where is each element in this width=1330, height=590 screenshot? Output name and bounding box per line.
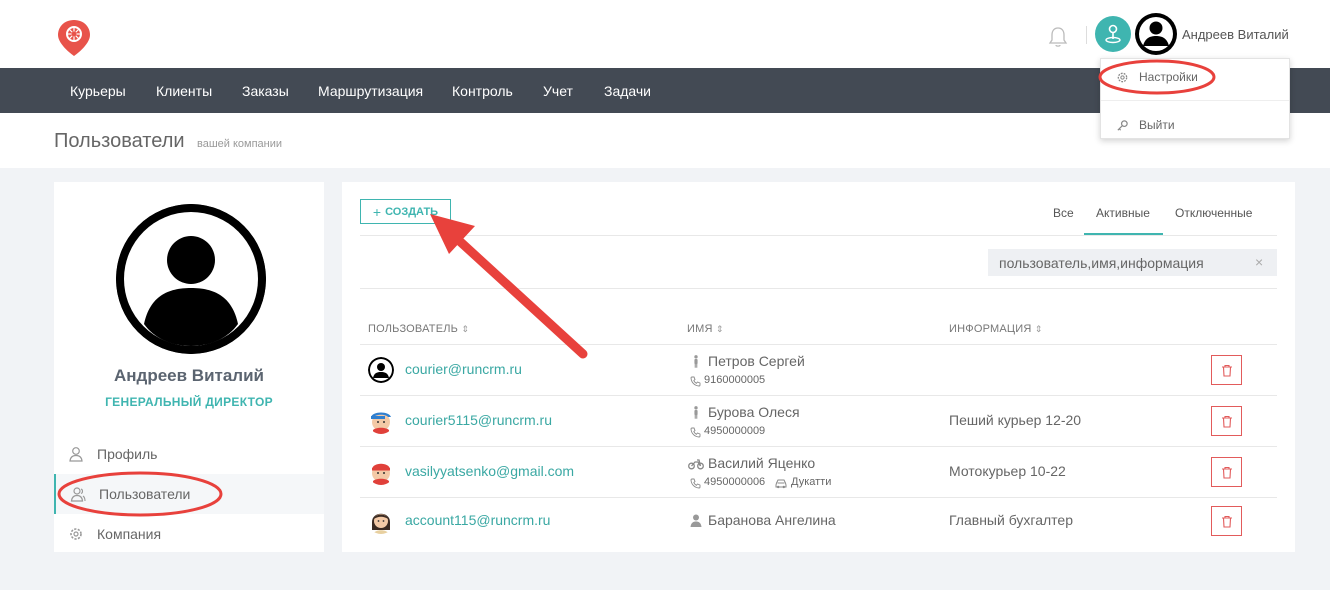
users-panel: + СОЗДАТЬ Все Активные Отключенные × ПОЛ… xyxy=(342,182,1295,552)
nav-item-accounting[interactable]: Учет xyxy=(543,83,573,99)
user-avatar xyxy=(368,408,394,434)
user-email-link[interactable]: courier5115@runcrm.ru xyxy=(405,412,552,428)
profile-avatar xyxy=(116,204,266,354)
walker-icon xyxy=(694,406,698,419)
column-header-user[interactable]: ПОЛЬЗОВАТЕЛЬ ⇕ xyxy=(368,323,469,335)
dropdown-divider xyxy=(1101,100,1289,101)
user-info: Главный бухгалтер xyxy=(949,512,1073,528)
delete-user-button[interactable] xyxy=(1211,355,1242,385)
divider xyxy=(360,235,1277,236)
header-user-name[interactable]: Андреев Виталий xyxy=(1182,27,1289,42)
nav-item-orders[interactable]: Заказы xyxy=(242,83,289,99)
plus-icon: + xyxy=(372,203,382,220)
table-row[interactable]: vasilyyatsenko@gmail.com Василий Яценко … xyxy=(360,446,1277,497)
user-avatar xyxy=(368,508,394,534)
table-row[interactable]: courier@runcrm.ru Петров Сергей 91600000… xyxy=(360,344,1277,395)
map-pin-icon xyxy=(1105,24,1121,44)
default-avatar-icon xyxy=(116,204,266,354)
header-divider xyxy=(1086,26,1087,44)
user-vehicle: Дукатти xyxy=(791,476,832,488)
gear-icon xyxy=(1117,72,1128,83)
users-icon xyxy=(70,487,86,502)
user-full-name: Бурова Олеся xyxy=(708,404,800,420)
profile-card: Андреев Виталий ГЕНЕРАЛЬНЫЙ ДИРЕКТОР Про… xyxy=(54,182,324,552)
walker-icon xyxy=(694,355,698,368)
tab-active[interactable]: Активные xyxy=(1096,206,1150,220)
user-email-link[interactable]: courier@runcrm.ru xyxy=(405,361,522,377)
user-info: Пеший курьер 12-20 xyxy=(949,412,1082,428)
woman-avatar-icon xyxy=(372,513,390,534)
trash-icon xyxy=(1221,515,1232,528)
user-info: Мотокурьер 10-22 xyxy=(949,463,1066,479)
key-icon xyxy=(1117,120,1128,131)
create-user-button[interactable]: + СОЗДАТЬ xyxy=(360,199,451,224)
user-icon xyxy=(69,447,83,462)
user-email-link[interactable]: vasilyyatsenko@gmail.com xyxy=(405,463,574,479)
nav-item-couriers[interactable]: Курьеры xyxy=(70,83,126,99)
location-button[interactable] xyxy=(1095,16,1131,52)
side-menu-label: Пользователи xyxy=(99,486,191,502)
person-icon xyxy=(690,514,702,527)
divider xyxy=(360,288,1277,289)
table-row[interactable]: courier5115@runcrm.ru Бурова Олеся 49500… xyxy=(360,395,1277,446)
bell-icon[interactable] xyxy=(1048,26,1068,48)
courier-avatar-icon xyxy=(372,463,390,485)
tab-all[interactable]: Все xyxy=(1053,206,1074,220)
user-phone: 4950000006 xyxy=(704,476,766,488)
courier-avatar-icon xyxy=(371,412,391,434)
user-phone: 4950000009 xyxy=(704,425,766,437)
user-avatar xyxy=(368,459,394,485)
table-row[interactable]: account115@runcrm.ru Баранова Ангелина Г… xyxy=(360,497,1277,543)
side-menu-label: Компания xyxy=(97,526,162,542)
sort-icon[interactable]: ⇕ xyxy=(716,324,724,334)
user-email-link[interactable]: account115@runcrm.ru xyxy=(405,512,550,528)
nav-item-tasks[interactable]: Задачи xyxy=(604,83,651,99)
clear-search-icon[interactable]: × xyxy=(1255,254,1263,270)
profile-name: Андреев Виталий xyxy=(113,366,264,385)
trash-icon xyxy=(1221,466,1232,479)
page-subtitle: вашей компании xyxy=(197,138,283,150)
side-menu-label: Профиль xyxy=(97,446,158,462)
gear-icon xyxy=(70,528,82,540)
user-phone: 9160000005 xyxy=(704,374,766,386)
phone-icon xyxy=(690,478,701,489)
user-full-name: Василий Яценко xyxy=(708,455,816,471)
dropdown-settings-label: Настройки xyxy=(1139,70,1198,84)
user-dropdown-menu: Настройки Выйти xyxy=(1100,58,1290,139)
dropdown-logout-label: Выйти xyxy=(1139,118,1175,132)
sort-icon[interactable]: ⇕ xyxy=(1035,324,1043,334)
delete-user-button[interactable] xyxy=(1211,457,1242,487)
page-title: Пользователи xyxy=(54,130,185,152)
profile-role: ГЕНЕРАЛЬНЫЙ ДИРЕКТОР xyxy=(105,395,273,409)
dropdown-logout[interactable]: Выйти xyxy=(1101,110,1289,140)
trash-icon xyxy=(1221,364,1232,377)
user-avatar xyxy=(368,357,394,383)
search-input[interactable] xyxy=(988,249,1277,276)
side-menu-users[interactable]: Пользователи xyxy=(54,474,324,514)
side-menu-profile[interactable]: Профиль xyxy=(54,434,324,474)
default-avatar-icon xyxy=(368,357,394,383)
create-button-label: СОЗДАТЬ xyxy=(385,205,439,218)
dropdown-settings[interactable]: Настройки xyxy=(1101,62,1289,92)
side-menu-company[interactable]: Компания xyxy=(54,514,324,554)
delete-user-button[interactable] xyxy=(1211,506,1242,536)
nav-item-clients[interactable]: Клиенты xyxy=(156,83,212,99)
tab-disabled[interactable]: Отключенные xyxy=(1175,206,1252,220)
user-full-name: Баранова Ангелина xyxy=(708,512,836,528)
delete-user-button[interactable] xyxy=(1211,406,1242,436)
trash-icon xyxy=(1221,415,1232,428)
logo-icon[interactable] xyxy=(56,18,92,58)
motorcycle-icon xyxy=(688,459,704,470)
column-header-name[interactable]: ИМЯ ⇕ xyxy=(687,323,724,335)
user-full-name: Петров Сергей xyxy=(708,353,805,369)
nav-item-routing[interactable]: Маршрутизация xyxy=(318,83,423,99)
phone-icon xyxy=(690,427,701,438)
phone-icon xyxy=(690,376,701,387)
column-header-info[interactable]: ИНФОРМАЦИЯ ⇕ xyxy=(949,323,1043,335)
default-avatar-icon xyxy=(1137,15,1175,53)
nav-item-control[interactable]: Контроль xyxy=(452,83,513,99)
header-avatar[interactable] xyxy=(1135,13,1177,55)
sort-icon[interactable]: ⇕ xyxy=(461,324,469,334)
car-icon xyxy=(775,479,787,489)
